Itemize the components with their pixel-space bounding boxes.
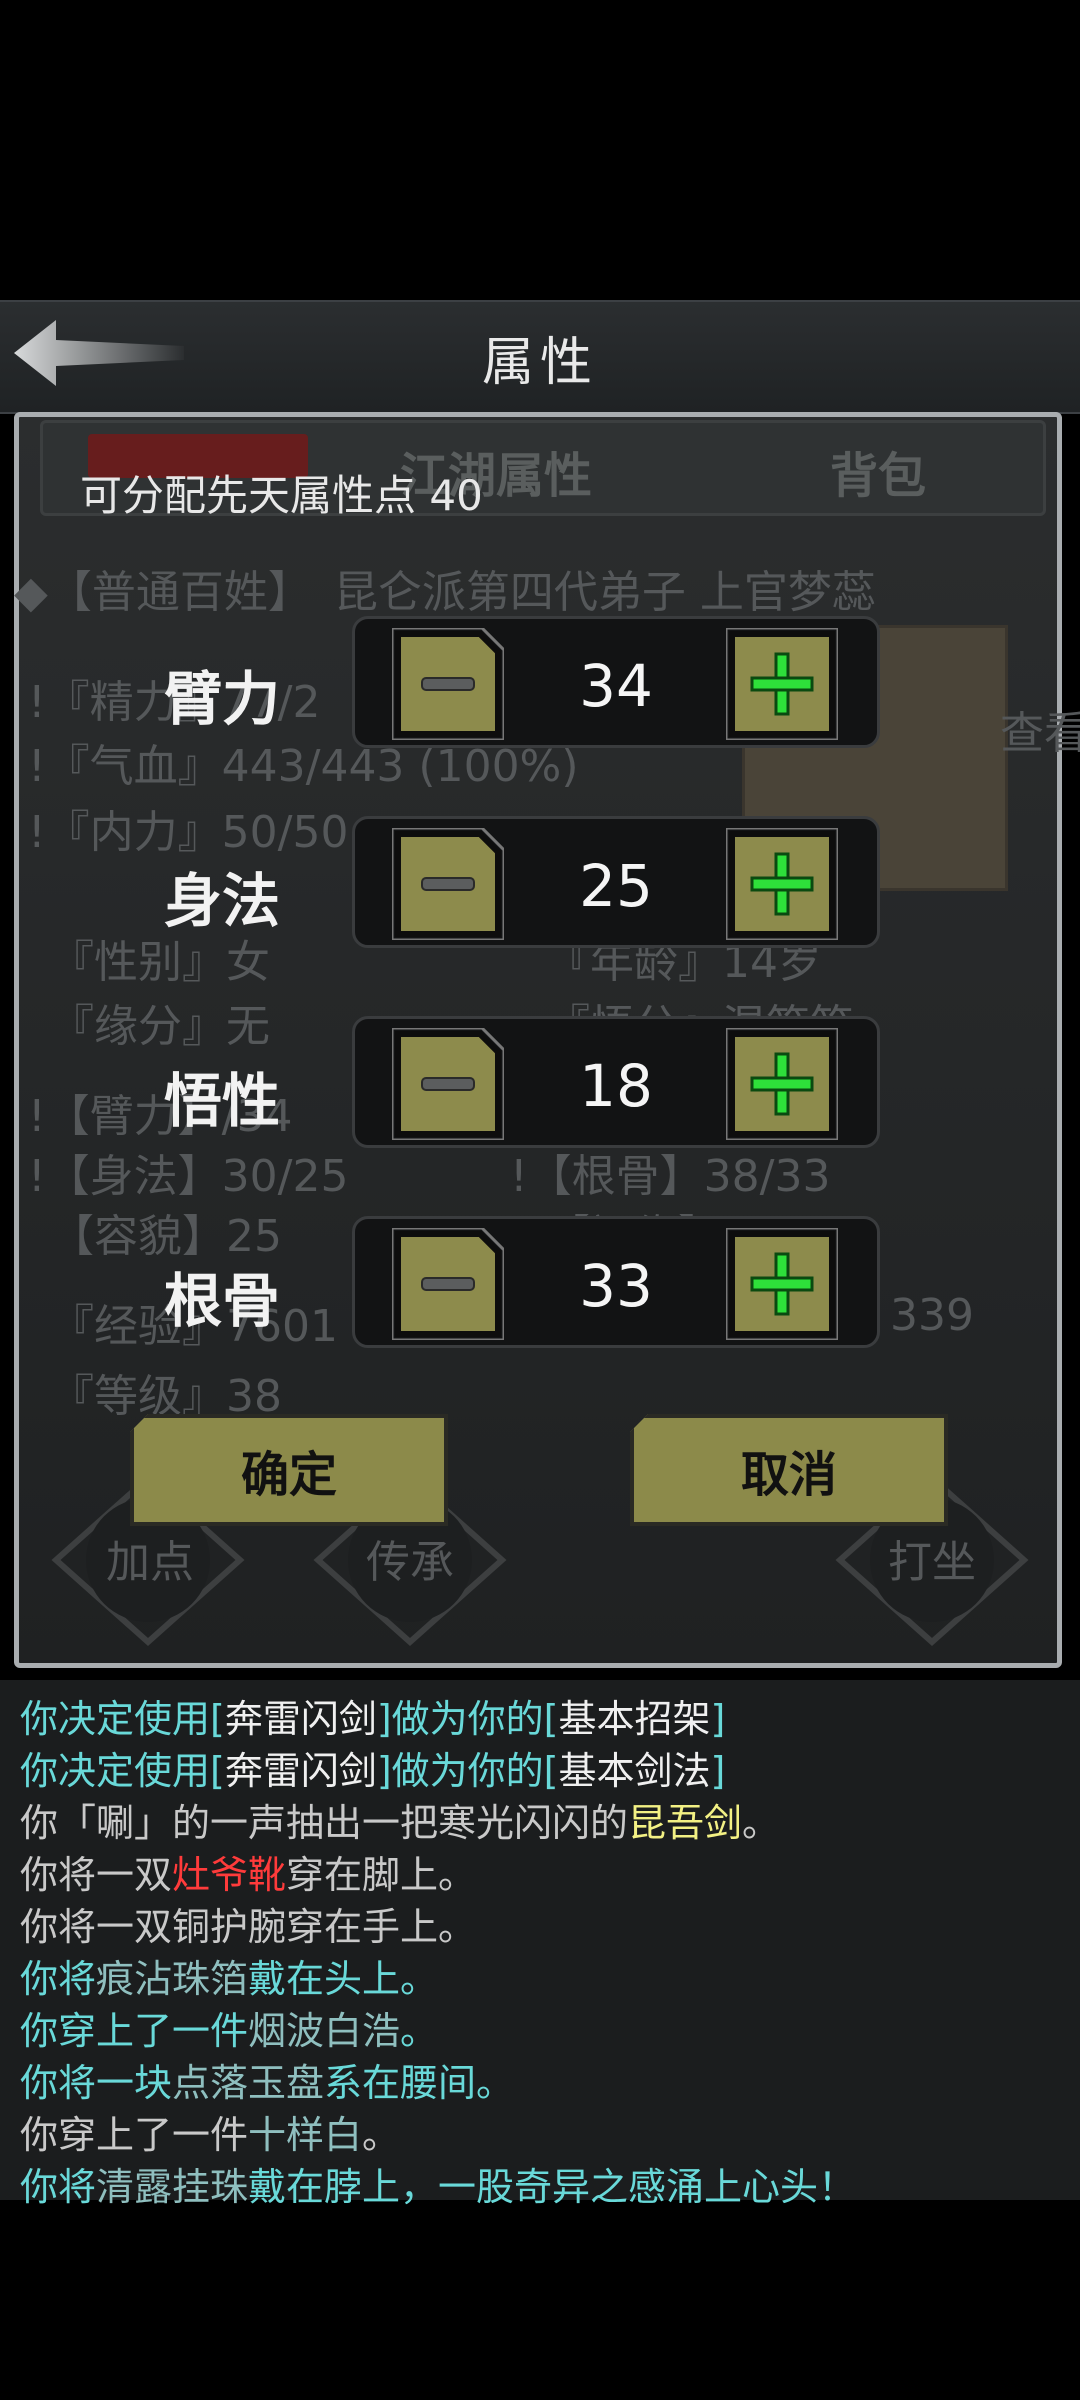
attribute-value-agility: 25	[579, 852, 653, 920]
available-points-label: 可分配先天属性点 40	[80, 471, 483, 520]
log-segment: 你将一双铜护腕穿在手上。	[20, 1905, 477, 1949]
log-line: 你将清露挂珠戴在脖上，一股奇异之感涌上心头！	[20, 2156, 856, 2211]
increase-agility-button[interactable]	[724, 826, 840, 942]
log-segment: 基本招架	[558, 1697, 711, 1741]
page-title: 属性	[481, 333, 598, 393]
log-segment: ]	[710, 1749, 726, 1793]
log-segment: 烟波白浩	[248, 2009, 401, 2053]
log-segment: 昆吾剑	[628, 1801, 743, 1845]
confirm-button[interactable]: 确定	[130, 1414, 448, 1526]
background-tab-bag: 背包	[830, 448, 927, 504]
log-segment: 。	[362, 2113, 401, 2157]
message-log: 你决定使用[奔雷闪剑]做为你的[基本招架] 你决定使用[奔雷闪剑]做为你的[基本剑…	[0, 1680, 1080, 2209]
increase-comprehension-button[interactable]	[724, 1026, 840, 1142]
log-line: 你「唰」的一声抽出一把寒光闪闪的昆吾剑。	[20, 1792, 780, 1847]
log-segment: 清露挂珠	[96, 2165, 249, 2209]
background-meditate: 打坐	[888, 1537, 976, 1588]
background-stat: !『内力』50/50	[28, 807, 349, 858]
log-line: 你穿上了一件十样白。	[20, 2104, 400, 2159]
log-segment: 。	[742, 1801, 781, 1845]
log-segment: 痕沾珠箔	[96, 1957, 249, 2001]
log-segment: 你决定使用[	[20, 1697, 225, 1741]
log-segment: 奔雷闪剑	[224, 1697, 377, 1741]
plus-icon	[724, 1226, 840, 1342]
log-line: 你将一双铜护腕穿在手上。	[20, 1896, 476, 1951]
log-segment: 你穿上了一件	[20, 2009, 249, 2053]
log-segment: 你「唰」的一声抽出一把寒光闪闪的	[20, 1801, 629, 1845]
background-view-button: 查看	[1000, 708, 1080, 759]
minus-icon	[390, 826, 506, 942]
log-line: 你决定使用[奔雷闪剑]做为你的[基本剑法]	[20, 1740, 725, 1795]
log-line: 你穿上了一件烟波白浩。	[20, 2000, 438, 2055]
attribute-label-constitution: 根骨	[164, 1267, 281, 1335]
decrease-comprehension-button[interactable]	[390, 1026, 506, 1142]
log-segment: 戴在头上。	[248, 1957, 439, 2001]
background-stat: !【身法】30/25	[28, 1151, 349, 1202]
plus-icon	[724, 826, 840, 942]
log-segment: 穿在脚上。	[286, 1853, 477, 1897]
cancel-button[interactable]: 取消	[630, 1414, 948, 1526]
log-segment: ]	[710, 1697, 726, 1741]
log-segment: 灶爷靴	[172, 1853, 287, 1897]
log-segment: ]做为你的[	[376, 1749, 559, 1793]
attribute-value-comprehension: 18	[579, 1052, 653, 1120]
increase-strength-button[interactable]	[724, 626, 840, 742]
log-segment: 奔雷闪剑	[224, 1749, 377, 1793]
log-line: 你将一块点落玉盘系在腰间。	[20, 2052, 514, 2107]
log-segment: 你决定使用[	[20, 1749, 225, 1793]
background-stat: 339	[890, 1290, 974, 1341]
log-segment: 基本剑法	[558, 1749, 711, 1793]
decrease-strength-button[interactable]	[390, 626, 506, 742]
log-segment: 你将	[20, 1957, 97, 2001]
minus-icon	[390, 1226, 506, 1342]
minus-icon	[390, 1026, 506, 1142]
background-inherit: 传承	[366, 1537, 454, 1588]
log-segment: 系在腰间。	[324, 2061, 515, 2105]
log-segment: 十样白	[248, 2113, 363, 2157]
attribute-label-strength: 臂力	[164, 665, 281, 733]
background-stat: 『缘分』无	[50, 1001, 270, 1052]
background-add-point: 加点	[106, 1537, 194, 1588]
attribute-value-strength: 34	[579, 652, 653, 720]
log-segment: 你穿上了一件	[20, 2113, 249, 2157]
log-segment: 点落玉盘	[172, 2061, 325, 2105]
log-segment: 戴在脖上，一股奇异之感涌上心头！	[248, 2165, 857, 2209]
log-segment: ]做为你的[	[376, 1697, 559, 1741]
plus-icon	[724, 1026, 840, 1142]
log-segment: 你将一块	[20, 2061, 173, 2105]
decrease-constitution-button[interactable]	[390, 1226, 506, 1342]
log-line: 你将一双灶爷靴穿在脚上。	[20, 1844, 476, 1899]
background-identity: ◆【普通百姓】 昆仑派第四代弟子 上官梦蕊	[14, 567, 876, 618]
log-line: 你决定使用[奔雷闪剑]做为你的[基本招架]	[20, 1688, 725, 1743]
plus-icon	[724, 626, 840, 742]
attribute-value-constitution: 33	[579, 1252, 653, 1320]
log-segment: 你将	[20, 2165, 97, 2209]
attribute-label-agility: 身法	[164, 867, 281, 935]
minus-icon	[390, 626, 506, 742]
decrease-agility-button[interactable]	[390, 826, 506, 942]
log-line: 你将痕沾珠箔戴在头上。	[20, 1948, 438, 2003]
log-segment: 你将一双	[20, 1853, 173, 1897]
attribute-label-comprehension: 悟性	[164, 1067, 281, 1135]
log-segment: 。	[400, 2009, 439, 2053]
background-stat: !【根骨】38/33	[510, 1151, 831, 1202]
increase-constitution-button[interactable]	[724, 1226, 840, 1342]
